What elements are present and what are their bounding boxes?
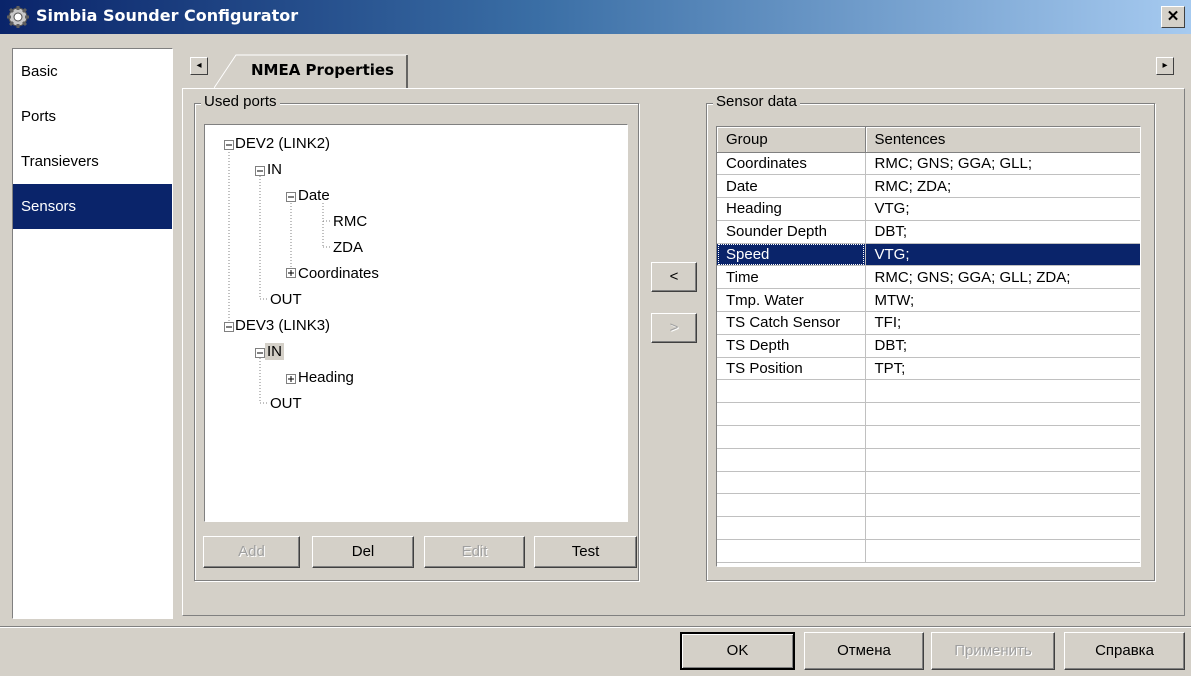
- cell-sentences[interactable]: MTW;: [865, 288, 1140, 313]
- ports-tree[interactable]: DEV2 (LINK2) IN Date RMC ZDA Coordinates…: [204, 124, 628, 522]
- chevron-right-icon: ▸: [1162, 60, 1168, 71]
- tab-label: NMEA Properties: [251, 61, 394, 79]
- del-button[interactable]: Del: [312, 536, 414, 568]
- tab-scroll-right-button[interactable]: ▸: [1156, 57, 1174, 75]
- cell-sentences[interactable]: [865, 379, 1140, 404]
- cell-group[interactable]: Tmp. Water: [717, 288, 866, 313]
- close-button[interactable]: ✕: [1161, 6, 1185, 28]
- column-header-sentences[interactable]: Sentences: [865, 127, 1140, 153]
- cell-group[interactable]: TS Depth: [717, 334, 866, 358]
- cell-sentences[interactable]: VTG;: [865, 197, 1140, 221]
- table-row[interactable]: TS Position TPT;: [717, 357, 1140, 381]
- table-row[interactable]: [717, 448, 1140, 472]
- cell-sentences[interactable]: RMC; GNS; GGA; GLL; ZDA;: [865, 265, 1140, 290]
- cell-sentences[interactable]: [865, 539, 1140, 563]
- footer-separator: [0, 626, 1191, 628]
- cell-sentences[interactable]: RMC; ZDA;: [865, 174, 1140, 199]
- tab-nmea-properties[interactable]: NMEA Properties: [214, 54, 408, 89]
- cell-sentences[interactable]: DBT;: [865, 334, 1140, 358]
- tree-node-dev3-in[interactable]: IN: [265, 343, 284, 360]
- table-row[interactable]: TS Depth DBT;: [717, 334, 1140, 358]
- cell-sentences[interactable]: [865, 402, 1140, 427]
- cell-group[interactable]: Coordinates: [717, 152, 866, 176]
- close-icon: ✕: [1166, 8, 1180, 25]
- table-row[interactable]: [717, 539, 1140, 563]
- title-bar[interactable]: Simbia Sounder Configurator ✕: [0, 0, 1191, 34]
- cell-group[interactable]: Time: [717, 265, 866, 290]
- cell-group[interactable]: TS Catch Sensor: [717, 311, 866, 335]
- table-row[interactable]: [717, 493, 1140, 518]
- chevron-left-icon: ◂: [196, 60, 202, 71]
- cell-sentences[interactable]: [865, 493, 1140, 518]
- column-header-group[interactable]: Group: [717, 127, 866, 153]
- nav-item-sensors[interactable]: Sensors: [13, 184, 172, 229]
- add-button[interactable]: Add: [203, 536, 300, 568]
- tree-node-heading[interactable]: Heading: [298, 369, 354, 386]
- move-right-button[interactable]: >: [651, 313, 697, 343]
- window-title: Simbia Sounder Configurator: [36, 6, 299, 25]
- cell-group[interactable]: [717, 448, 866, 472]
- table-row[interactable]: Sounder Depth DBT;: [717, 220, 1140, 244]
- cell-sentences[interactable]: RMC; GNS; GGA; GLL;: [865, 152, 1140, 176]
- table-row[interactable]: [717, 402, 1140, 427]
- table-row[interactable]: [717, 379, 1140, 404]
- used-ports-title: Used ports: [201, 93, 280, 110]
- nav-item-basic[interactable]: Basic: [13, 49, 172, 94]
- gear-icon: [7, 6, 29, 28]
- apply-button[interactable]: Применить: [931, 632, 1055, 670]
- tree-node-rmc[interactable]: RMC: [333, 213, 367, 230]
- move-left-button[interactable]: <: [651, 262, 697, 292]
- cell-sentences[interactable]: [865, 471, 1140, 495]
- tree-node-dev2[interactable]: DEV2 (LINK2): [235, 135, 330, 152]
- tree-node-dev2-out[interactable]: OUT: [270, 291, 302, 308]
- help-button[interactable]: Справка: [1064, 632, 1185, 670]
- cell-sentences[interactable]: TFI;: [865, 311, 1140, 335]
- ok-button[interactable]: OK: [680, 632, 795, 670]
- cell-group[interactable]: [717, 516, 866, 541]
- nav-item-transievers[interactable]: Transievers: [13, 139, 172, 184]
- tree-node-dev3-out[interactable]: OUT: [270, 395, 302, 412]
- table-row[interactable]: Tmp. Water MTW;: [717, 288, 1140, 313]
- table-row[interactable]: Speed VTG;: [717, 243, 1140, 267]
- table-row[interactable]: Time RMC; GNS; GGA; GLL; ZDA;: [717, 265, 1140, 290]
- tree-node-date[interactable]: Date: [298, 187, 330, 204]
- test-button[interactable]: Test: [534, 536, 637, 568]
- table-row[interactable]: Date RMC; ZDA;: [717, 174, 1140, 199]
- cell-group[interactable]: Speed: [717, 243, 866, 267]
- cell-group[interactable]: [717, 402, 866, 427]
- cell-group[interactable]: TS Position: [717, 357, 866, 381]
- cell-group[interactable]: Heading: [717, 197, 866, 221]
- sensor-data-grid[interactable]: Group Sentences Coordinates RMC; GNS; GGA…: [716, 126, 1141, 567]
- cell-group[interactable]: [717, 379, 866, 404]
- table-row[interactable]: TS Catch Sensor TFI;: [717, 311, 1140, 335]
- edit-button[interactable]: Edit: [424, 536, 525, 568]
- tree-node-dev2-in[interactable]: IN: [267, 161, 282, 178]
- cell-group[interactable]: [717, 471, 866, 495]
- cell-sentences[interactable]: DBT;: [865, 220, 1140, 244]
- tab-scroll-left-button[interactable]: ◂: [190, 57, 208, 75]
- cell-group[interactable]: Sounder Depth: [717, 220, 866, 244]
- cell-sentences[interactable]: [865, 448, 1140, 472]
- cell-sentences[interactable]: TPT;: [865, 357, 1140, 381]
- cell-group[interactable]: Date: [717, 174, 866, 199]
- cell-group[interactable]: [717, 539, 866, 563]
- cell-sentences[interactable]: VTG;: [865, 243, 1140, 267]
- table-row[interactable]: [717, 425, 1140, 449]
- category-list[interactable]: Basic Ports Transievers Sensors: [12, 48, 173, 619]
- table-row[interactable]: [717, 516, 1140, 541]
- tree-node-coordinates[interactable]: Coordinates: [298, 265, 379, 282]
- table-row[interactable]: Coordinates RMC; GNS; GGA; GLL;: [717, 152, 1140, 176]
- sensor-data-title: Sensor data: [713, 93, 800, 110]
- cell-sentences[interactable]: [865, 425, 1140, 449]
- cancel-button[interactable]: Отмена: [804, 632, 924, 670]
- cell-group[interactable]: [717, 493, 866, 518]
- cell-sentences[interactable]: [865, 516, 1140, 541]
- table-row[interactable]: Heading VTG;: [717, 197, 1140, 221]
- cell-group[interactable]: [717, 425, 866, 449]
- nav-item-ports[interactable]: Ports: [13, 94, 172, 139]
- tree-node-dev3[interactable]: DEV3 (LINK3): [235, 317, 330, 334]
- table-row[interactable]: [717, 471, 1140, 495]
- tree-node-zda[interactable]: ZDA: [333, 239, 363, 256]
